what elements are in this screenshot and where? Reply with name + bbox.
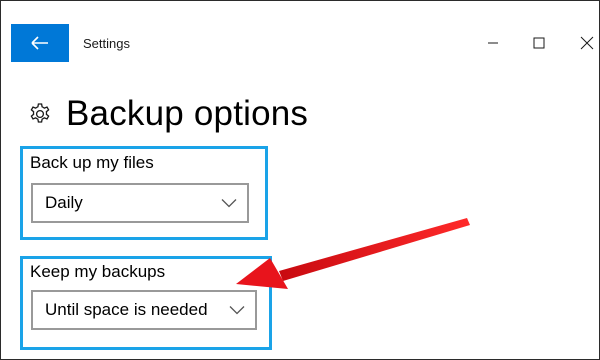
minimize-icon (488, 42, 498, 44)
close-button[interactable] (572, 28, 600, 58)
gear-icon (30, 103, 50, 123)
keep-backups-dropdown[interactable]: Until space is needed (31, 290, 257, 330)
backup-frequency-dropdown[interactable]: Daily (31, 183, 249, 223)
backup-frequency-value: Daily (45, 193, 83, 212)
chevron-down-icon (221, 199, 237, 208)
keep-backups-label: Keep my backups (30, 262, 166, 281)
page-title: Backup options (66, 94, 309, 133)
chevron-down-icon (229, 306, 245, 315)
page-header: Backup options (28, 92, 308, 136)
back-arrow-icon (31, 36, 48, 50)
minimize-button[interactable] (478, 28, 508, 58)
back-button[interactable] (11, 24, 69, 62)
backup-frequency-label: Back up my files (30, 153, 154, 172)
close-icon (580, 36, 594, 50)
window-title: Settings (83, 36, 130, 51)
maximize-icon (533, 37, 545, 49)
keep-backups-value: Until space is needed (45, 300, 208, 319)
maximize-button[interactable] (524, 28, 554, 58)
